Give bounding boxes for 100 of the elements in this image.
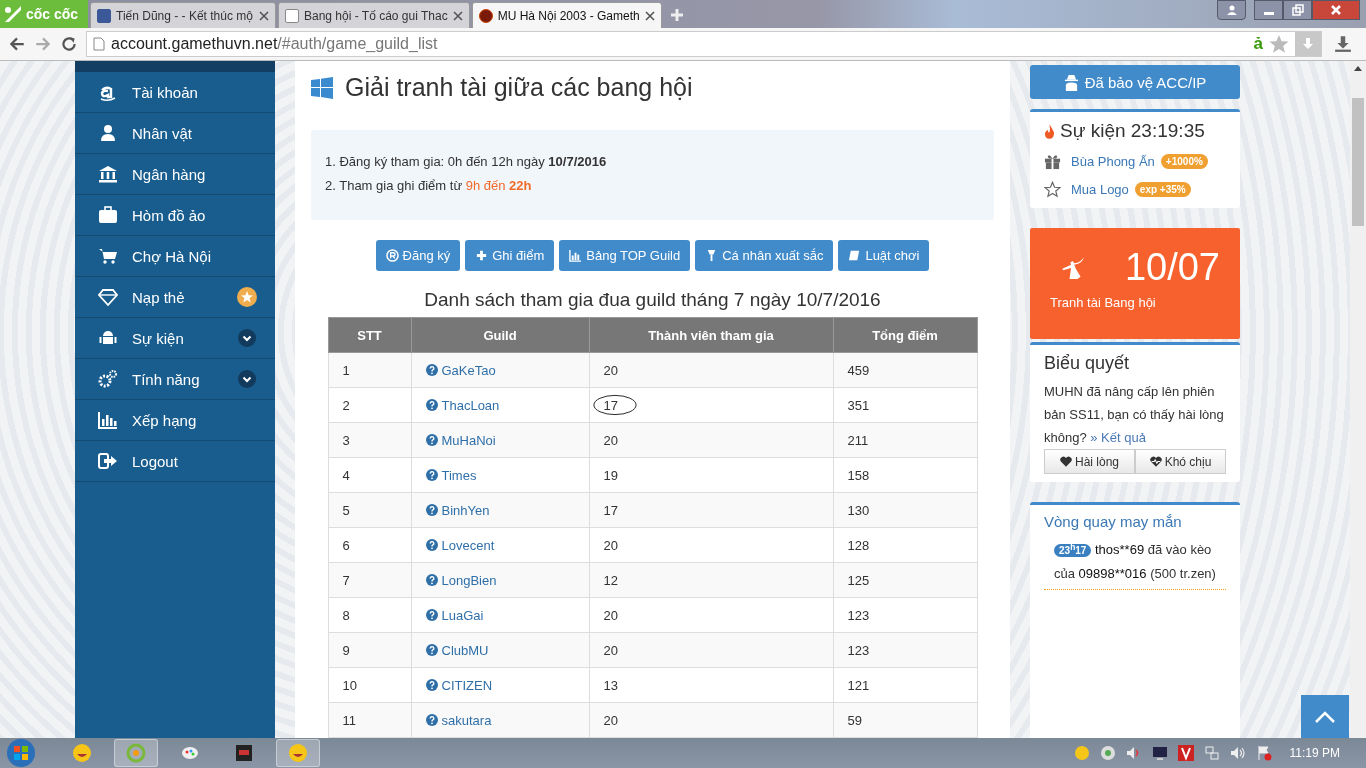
- guild-link[interactable]: MuHaNoi: [441, 432, 496, 448]
- guild-link[interactable]: LongBien: [441, 572, 497, 588]
- monitor-icon[interactable]: [1151, 745, 1168, 761]
- vote-button[interactable]: Hài lòng: [1044, 449, 1135, 474]
- guild-link[interactable]: sakutara: [441, 712, 492, 728]
- results-link[interactable]: » Kết quả: [1090, 430, 1146, 445]
- guild-link[interactable]: ClubMU: [441, 642, 489, 658]
- close-icon[interactable]: [452, 10, 463, 21]
- event-title: Sự kiện 23:19:35: [1060, 120, 1205, 142]
- protect-button[interactable]: Đã bảo vệ ACC/IP: [1030, 65, 1240, 99]
- poll-question: MUHN đã nâng cấp lên phiên bản SS11, bạn có thấy hài lòng không? » Kết quả: [1044, 383, 1225, 447]
- help-icon: [425, 398, 438, 411]
- bank-icon: [98, 164, 118, 184]
- action-button[interactable]: Bảng TOP Guild: [559, 240, 691, 271]
- close-icon[interactable]: [259, 10, 269, 21]
- sidebar-item[interactable]: Sự kiện: [75, 318, 275, 359]
- start-button[interactable]: [6, 738, 36, 768]
- table-cell: 17: [603, 397, 618, 413]
- profile-icon[interactable]: [1217, 0, 1246, 20]
- action-button[interactable]: Luật chơi: [838, 240, 930, 271]
- volume-icon[interactable]: [1229, 745, 1246, 761]
- guild-link[interactable]: Times: [441, 467, 477, 483]
- guild-link[interactable]: BinhYen: [441, 502, 490, 518]
- sidebar-item[interactable]: Hòm đồ ảo: [75, 195, 275, 236]
- guild-link[interactable]: CITIZEN: [441, 677, 493, 693]
- restore-icon[interactable]: [1283, 0, 1312, 20]
- guild-link[interactable]: ThacLoan: [441, 397, 500, 413]
- guild-link[interactable]: LuaGai: [441, 607, 484, 623]
- promo-card[interactable]: 10/07 Tranh tài Bang hội: [1030, 228, 1240, 339]
- cart-icon: [98, 246, 118, 266]
- bar-chart-icon: [98, 410, 118, 430]
- scroll-thumb[interactable]: [1352, 98, 1364, 226]
- minimize-icon[interactable]: [1254, 0, 1283, 20]
- windows-logo-icon: [311, 76, 333, 99]
- page-icon: [285, 8, 299, 23]
- back-to-top-button[interactable]: [1301, 695, 1349, 738]
- vote-button[interactable]: Khó chịu: [1135, 449, 1226, 474]
- event-link[interactable]: Mua Logo: [1071, 182, 1129, 197]
- robot-icon[interactable]: [1099, 745, 1116, 761]
- address-bar[interactable]: account.gamethuvn.net/#auth/game_guild_list ả: [86, 31, 1322, 57]
- promo-caption: Tranh tài Bang hội: [1050, 295, 1157, 310]
- scrollbar[interactable]: [1350, 61, 1366, 738]
- bar-chart-icon: [569, 249, 583, 262]
- table-cell: 59: [833, 702, 977, 738]
- action-button[interactable]: Đăng ký: [375, 240, 461, 271]
- close-icon[interactable]: [644, 10, 655, 21]
- column-header: STT: [328, 317, 411, 353]
- table-cell: 17: [603, 502, 618, 518]
- promo-date: 10/07: [1124, 246, 1220, 289]
- star-icon[interactable]: [1269, 34, 1289, 54]
- table-title: Danh sách tham gia đua guild tháng 7 ngày 10/7/2016: [423, 289, 882, 311]
- suitcase-icon: [98, 205, 118, 225]
- sidebar-item[interactable]: Logout: [75, 441, 275, 482]
- column-header: Thành viên tham gia: [589, 317, 833, 353]
- user-icon: [98, 123, 118, 143]
- close-icon[interactable]: [1312, 0, 1360, 20]
- heart-icon: [1060, 456, 1072, 467]
- browser-tab[interactable]: Bang hội - Tố cáo gui Thac: [278, 2, 470, 28]
- flag-icon[interactable]: [1255, 745, 1272, 761]
- scroll-up-icon[interactable]: [1354, 66, 1362, 71]
- smiley-icon[interactable]: [1073, 745, 1090, 761]
- forward-icon[interactable]: [34, 35, 52, 53]
- browser-tab[interactable]: MU Hà Nội 2003 - Gameth: [471, 2, 662, 28]
- new-tab-icon[interactable]: [669, 8, 684, 22]
- guild-link[interactable]: GaKeTao: [441, 362, 496, 378]
- guild-link[interactable]: Lovecent: [441, 537, 495, 553]
- table-cell: 8: [328, 597, 411, 633]
- table-cell: 20: [603, 712, 618, 728]
- action-button[interactable]: Cá nhân xuất sắc: [695, 240, 834, 271]
- sidebar-item[interactable]: Tài khoản: [75, 72, 275, 113]
- help-icon: [425, 713, 438, 726]
- sidebar-item[interactable]: Tính năng: [75, 359, 275, 400]
- clock[interactable]: 11:19 PM: [1289, 746, 1340, 760]
- column-header: Guild: [411, 317, 589, 353]
- book-icon: [848, 249, 862, 262]
- table-cell: 459: [833, 352, 977, 388]
- back-icon[interactable]: [8, 35, 26, 53]
- network-icon[interactable]: [1203, 745, 1220, 761]
- table-cell: 6: [328, 527, 411, 563]
- reload-icon[interactable]: [60, 35, 78, 53]
- table-cell: 11: [328, 702, 411, 738]
- typing-icon[interactable]: ả: [1253, 34, 1263, 54]
- page-icon: [93, 37, 105, 51]
- sidebar-item[interactable]: Xếp hạng: [75, 400, 275, 441]
- heartbeat-icon: [1149, 456, 1162, 467]
- sidebar-item[interactable]: Ngân hàng: [75, 154, 275, 195]
- sidebar-item[interactable]: Nhân vật: [75, 113, 275, 154]
- page-icon: [97, 8, 111, 23]
- table-cell: 20: [603, 607, 618, 623]
- action-button[interactable]: Ghi điểm: [465, 240, 555, 271]
- browser-tab[interactable]: Tiến Dũng - - Kết thúc mộ: [90, 2, 276, 28]
- poll-title: Biểu quyết: [1044, 353, 1131, 374]
- table-cell: 130: [833, 492, 977, 528]
- download-icon[interactable]: [1334, 35, 1352, 53]
- v-logo-icon[interactable]: [1177, 745, 1194, 761]
- table-cell: 123: [833, 597, 977, 633]
- event-link[interactable]: Bùa Phong Ấn: [1071, 154, 1155, 169]
- sidebar-item[interactable]: Chợ Hà Nội: [75, 236, 275, 277]
- star-badge-icon: [237, 287, 257, 307]
- sidebar-item[interactable]: Nạp thẻ: [75, 277, 275, 318]
